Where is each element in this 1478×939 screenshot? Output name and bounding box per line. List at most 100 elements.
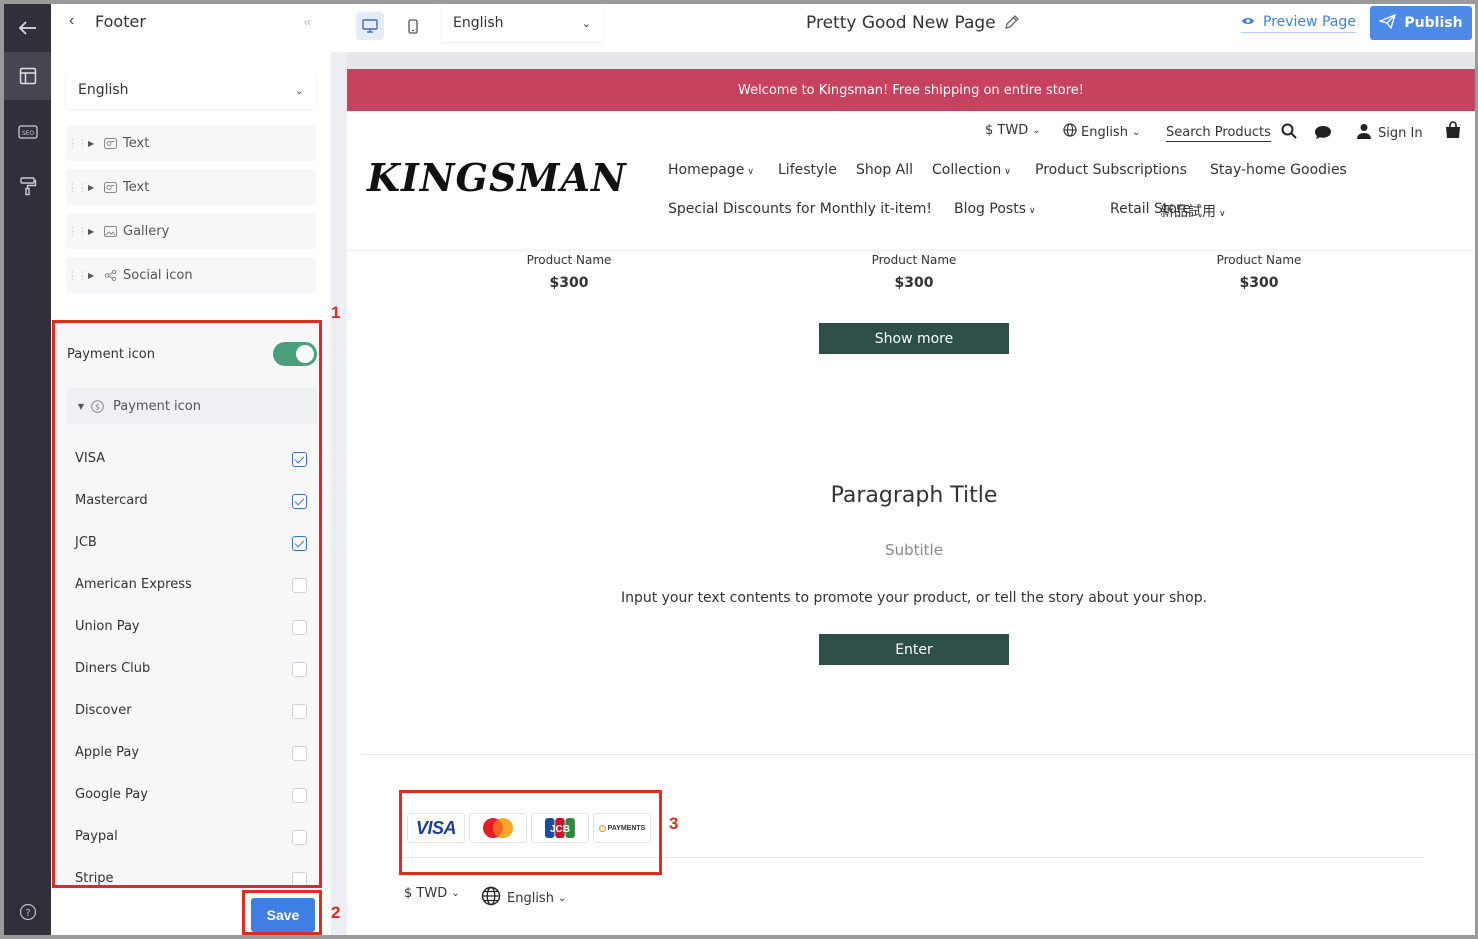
- enter-button[interactable]: Enter: [819, 634, 1009, 665]
- nav-item[interactable]: Special Discounts for Monthly it-item!: [668, 201, 932, 217]
- svg-text:SEO: SEO: [21, 130, 34, 137]
- payment-option-row[interactable]: Paypal: [75, 826, 307, 850]
- preview-page-link[interactable]: Preview Page: [1241, 14, 1356, 33]
- drag-handle-icon[interactable]: ⋮⋮: [66, 181, 88, 194]
- pencil-icon[interactable]: [1003, 14, 1020, 36]
- chat-icon[interactable]: [1314, 125, 1332, 140]
- preview-page-label: Preview Page: [1263, 14, 1356, 30]
- share-icon: [102, 268, 118, 282]
- footer-currency-selector[interactable]: $ TWD ⌄: [404, 886, 460, 901]
- payment-option-row[interactable]: Discover: [75, 700, 307, 724]
- tree-item-label: Text: [123, 135, 150, 151]
- nav-item[interactable]: Shop All: [856, 162, 913, 178]
- payments-icon: PAYMENTS: [593, 813, 651, 843]
- payment-option-row[interactable]: Diners Club: [75, 658, 307, 682]
- caret-down-icon[interactable]: ▼: [71, 402, 91, 411]
- search-products[interactable]: Search Products: [1166, 123, 1297, 143]
- save-button[interactable]: Save: [251, 898, 315, 932]
- nav-item[interactable]: 新品試用 ∨: [1160, 201, 1226, 221]
- payment-icon-toggle[interactable]: [273, 342, 317, 366]
- seo-icon[interactable]: SEO: [4, 108, 51, 156]
- back-arrow-icon[interactable]: [4, 4, 51, 52]
- help-icon[interactable]: ?: [4, 888, 51, 936]
- nav-item[interactable]: Stay-home Goodies: [1210, 162, 1347, 178]
- payment-option-row[interactable]: Stripe: [75, 868, 307, 888]
- nav-item-label: Product Subscriptions: [1035, 162, 1187, 178]
- tree-item-label: Text: [123, 179, 150, 195]
- footer-divider: [361, 754, 1475, 755]
- page-preview-canvas: Welcome to Kingsman! Free shipping on en…: [347, 69, 1475, 935]
- chevron-down-icon: ⌄: [294, 83, 304, 97]
- payment-option-checkbox[interactable]: [292, 494, 307, 509]
- nav-item[interactable]: Lifestyle: [778, 162, 837, 178]
- store-logo[interactable]: KINGSMAN: [367, 155, 627, 200]
- payment-option-row[interactable]: American Express: [75, 574, 307, 598]
- caret-right-icon[interactable]: ▶: [88, 271, 102, 280]
- payment-option-row[interactable]: Union Pay: [75, 616, 307, 640]
- currency-value: $ TWD: [985, 123, 1029, 138]
- payment-subsection-label: Payment icon: [113, 398, 201, 414]
- footer-language-selector[interactable]: English ⌄: [481, 886, 566, 910]
- tree-item-text[interactable]: ⋮⋮ ▶ Text: [66, 125, 316, 161]
- chevron-left-icon[interactable]: ‹: [69, 12, 74, 30]
- chevron-down-icon: ∨: [747, 167, 754, 177]
- caret-right-icon[interactable]: ▶: [88, 139, 102, 148]
- chevron-down-icon: ∨: [1004, 167, 1011, 177]
- currency-selector[interactable]: $ TWD ⌄: [985, 123, 1041, 138]
- preview-language-select[interactable]: English ⌄: [441, 4, 603, 42]
- nav-item[interactable]: Product Subscriptions: [1035, 162, 1187, 178]
- payment-option-row[interactable]: Apple Pay: [75, 742, 307, 766]
- layout-icon[interactable]: [4, 52, 58, 100]
- payment-option-checkbox[interactable]: [292, 746, 307, 761]
- payment-icon-subsection[interactable]: ▼ $ Payment icon: [67, 388, 317, 424]
- product-card[interactable]: Product Name $300: [1159, 253, 1359, 291]
- payment-option-checkbox[interactable]: [292, 536, 307, 551]
- page-title: Pretty Good New Page: [806, 13, 996, 33]
- tree-item-text[interactable]: ⋮⋮ ▶ Text: [66, 169, 316, 205]
- product-name: Product Name: [1216, 253, 1302, 267]
- announcement-bar[interactable]: Welcome to Kingsman! Free shipping on en…: [347, 69, 1475, 111]
- panel-language-select[interactable]: English ⌄: [66, 71, 316, 109]
- nav-item[interactable]: Homepage ∨: [668, 162, 754, 178]
- show-more-button[interactable]: Show more: [819, 323, 1009, 354]
- nav-item[interactable]: Blog Posts ∨: [954, 201, 1036, 217]
- search-icon[interactable]: [1281, 123, 1297, 143]
- tree-item-label: Social icon: [123, 267, 193, 283]
- sign-in-label: Sign In: [1378, 125, 1423, 141]
- payment-option-checkbox[interactable]: [292, 704, 307, 719]
- payment-option-label: Mastercard: [75, 493, 148, 508]
- paint-roller-icon[interactable]: [4, 162, 51, 210]
- sign-in-link[interactable]: Sign In: [1356, 123, 1423, 143]
- payment-option-label: Apple Pay: [75, 745, 140, 760]
- nav-item[interactable]: Collection ∨: [932, 162, 1011, 178]
- payment-option-row[interactable]: Google Pay: [75, 784, 307, 808]
- payment-option-checkbox[interactable]: [292, 830, 307, 845]
- drag-handle-icon[interactable]: ⋮⋮: [66, 225, 88, 238]
- publish-button[interactable]: Publish: [1370, 6, 1472, 40]
- nav-item-label: Stay-home Goodies: [1210, 162, 1347, 178]
- mobile-view-icon[interactable]: [399, 12, 427, 40]
- product-card[interactable]: Product Name $300: [469, 253, 669, 291]
- payment-option-checkbox[interactable]: [292, 452, 307, 467]
- payment-option-checkbox[interactable]: [292, 620, 307, 635]
- payment-option-row[interactable]: Mastercard: [75, 490, 307, 514]
- payment-icon-section: Payment icon ▼ $ Payment icon VISA Master…: [51, 320, 331, 888]
- drag-handle-icon[interactable]: ⋮⋮: [66, 137, 88, 150]
- drag-handle-icon[interactable]: ⋮⋮: [66, 269, 88, 282]
- desktop-view-icon[interactable]: [356, 12, 384, 40]
- caret-right-icon[interactable]: ▶: [88, 227, 102, 236]
- payment-option-checkbox[interactable]: [292, 578, 307, 593]
- nav-item-label: Collection: [932, 162, 1002, 178]
- tree-item-social-icon[interactable]: ⋮⋮ ▶ Social icon: [66, 257, 316, 293]
- cart-icon[interactable]: [1444, 121, 1462, 139]
- payment-option-row[interactable]: JCB: [75, 532, 307, 556]
- collapse-panel-icon[interactable]: «: [304, 14, 311, 29]
- caret-right-icon[interactable]: ▶: [88, 183, 102, 192]
- tree-item-gallery[interactable]: ⋮⋮ ▶ Gallery: [66, 213, 316, 249]
- payment-option-checkbox[interactable]: [292, 788, 307, 803]
- payment-option-checkbox[interactable]: [292, 662, 307, 677]
- payment-option-checkbox[interactable]: [292, 872, 307, 887]
- payment-option-row[interactable]: VISA: [75, 448, 307, 472]
- language-selector[interactable]: English ⌄: [1063, 123, 1140, 141]
- product-card[interactable]: Product Name $300: [814, 253, 1014, 291]
